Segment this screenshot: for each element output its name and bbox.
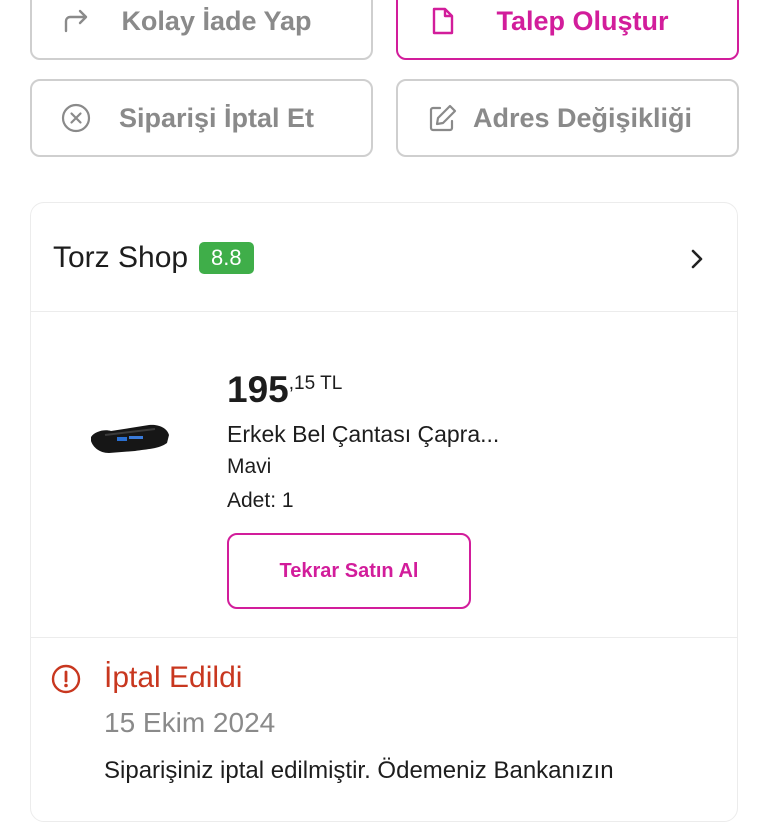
store-rating-badge: 8.8 (199, 242, 254, 274)
easy-return-button[interactable]: Kolay İade Yap (30, 0, 373, 60)
status-description: Siparişiniz iptal edilmiştir. Ödemeniz B… (104, 757, 614, 784)
chevron-right-icon (691, 249, 703, 269)
create-request-label: Talep Oluştur (496, 5, 669, 36)
product-quantity: Adet: 1 (227, 489, 294, 512)
order-status: İptal Edildi 15 Ekim 2024 Siparişiniz ip… (31, 637, 737, 837)
address-change-button[interactable]: Adres Değişikliği (396, 79, 739, 157)
product-price: 195,15 TL (227, 369, 342, 411)
product-color: Mavi (227, 455, 272, 478)
status-title: İptal Edildi (104, 661, 243, 694)
cancel-order-label: Siparişi İptal Et (118, 102, 315, 133)
order-card: Torz Shop 8.8 195,15 TL Erkek Bel Çantas… (30, 202, 738, 822)
price-whole: 195 (227, 369, 289, 410)
product-name[interactable]: Erkek Bel Çantası Çapra... (227, 421, 499, 448)
alert-circle-icon (51, 664, 81, 694)
product-image[interactable] (85, 407, 175, 467)
price-fraction: ,15 TL (288, 373, 343, 394)
create-request-button[interactable]: Talep Oluştur (396, 0, 739, 60)
cancel-order-button[interactable]: Siparişi İptal Et (30, 79, 373, 157)
easy-return-label: Kolay İade Yap (121, 5, 312, 36)
store-row[interactable]: Torz Shop 8.8 (31, 203, 737, 312)
buy-again-button[interactable]: Tekrar Satın Al (227, 533, 471, 609)
status-date: 15 Ekim 2024 (104, 707, 276, 738)
address-change-label: Adres Değişikliği (472, 102, 693, 133)
product-item: 195,15 TL Erkek Bel Çantası Çapra... Mav… (31, 311, 737, 638)
store-name: Torz Shop (53, 241, 189, 274)
